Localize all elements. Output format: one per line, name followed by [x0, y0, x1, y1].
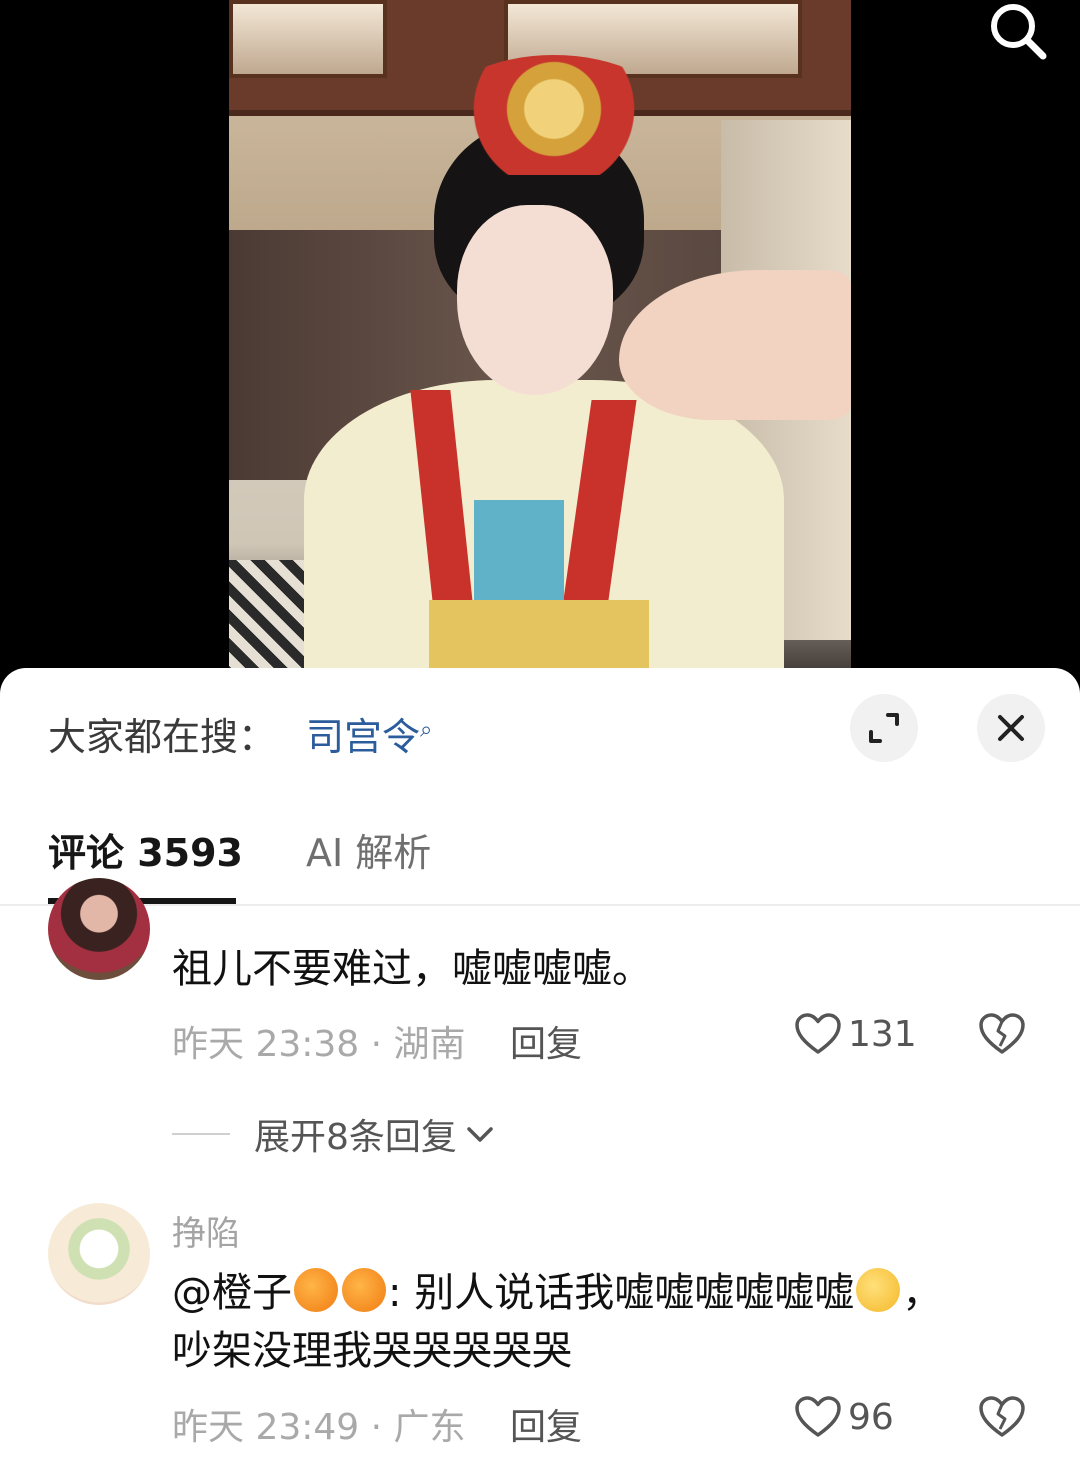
comment-username[interactable]: 挣陷 — [172, 1206, 240, 1255]
broken-heart-icon — [979, 1013, 1025, 1054]
dislike-button[interactable] — [978, 1395, 1026, 1443]
video-area[interactable] — [0, 0, 1080, 690]
broken-heart-icon — [979, 1396, 1025, 1437]
chevron-down-icon — [467, 1127, 493, 1142]
like-count: 131 — [848, 1013, 917, 1055]
comment-text-tail: ， — [902, 1270, 943, 1316]
cabinet-glass — [229, 0, 387, 78]
expand-replies-button[interactable]: 展开8条回复 — [172, 1108, 497, 1160]
expand-replies-label: 展开8条回复 — [254, 1117, 457, 1158]
divider-line — [172, 1133, 230, 1135]
trending-search-label: 大家都在搜： — [48, 715, 277, 759]
tab-divider — [0, 904, 1080, 906]
close-icon — [998, 715, 1024, 741]
like-button[interactable]: 96 — [794, 1395, 894, 1439]
video-frame[interactable] — [229, 0, 851, 680]
tab-comments[interactable]: 评论 3593 — [48, 822, 243, 877]
comment-meta: 昨天 23:49 · 广东 — [172, 1407, 466, 1448]
figure-headdress — [439, 55, 669, 175]
comment-text: @橙子 : 别人说话我嘘嘘嘘嘘嘘嘘 ， 吵架没理我哭哭哭哭哭 — [172, 1264, 1012, 1380]
orange-emoji-icon — [342, 1268, 386, 1312]
search-button[interactable] — [985, 0, 1051, 66]
search-icon — [991, 4, 1047, 60]
comment-text-main: : 别人说话我嘘嘘嘘嘘嘘嘘 — [388, 1270, 855, 1316]
reply-button[interactable]: 回复 — [510, 1015, 582, 1067]
comment-text-line2: 吵架没理我哭哭哭哭哭 — [172, 1328, 572, 1374]
comment-text: 祖儿不要难过，嘘嘘嘘嘘。 — [172, 946, 652, 992]
mention-link[interactable]: @橙子 — [172, 1270, 292, 1316]
reply-button[interactable]: 回复 — [510, 1398, 582, 1450]
figure-face — [457, 205, 613, 395]
expand-button[interactable] — [850, 694, 918, 762]
dislike-button[interactable] — [978, 1012, 1026, 1060]
trending-search-link[interactable]: 司宫令⌕ — [306, 706, 432, 761]
heart-icon — [795, 1013, 841, 1054]
trending-search-term: 司宫令 — [306, 715, 421, 759]
search-small-icon: ⌕ — [420, 717, 433, 743]
avatar[interactable] — [48, 878, 150, 980]
orange-emoji-icon — [294, 1268, 338, 1312]
avatar[interactable] — [48, 1203, 150, 1305]
close-button[interactable] — [977, 694, 1045, 762]
heart-icon — [795, 1396, 841, 1437]
like-count: 96 — [848, 1396, 894, 1438]
expand-icon — [869, 713, 899, 743]
like-button[interactable]: 131 — [794, 1012, 917, 1056]
tab-ai-analysis[interactable]: AI 解析 — [306, 822, 431, 877]
comment-meta: 昨天 23:38 · 湖南 — [172, 1024, 466, 1065]
shushing-emoji-icon — [856, 1268, 901, 1312]
